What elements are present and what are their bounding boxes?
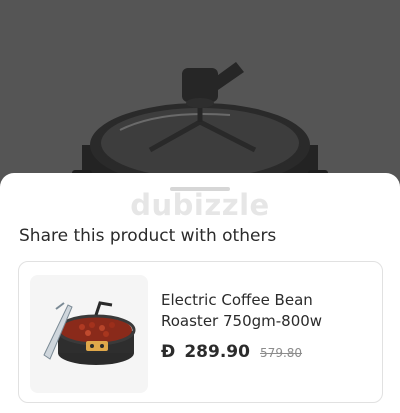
currency-symbol: Đ [161,342,176,362]
product-card[interactable]: Electric Coffee Bean Roaster 750gm-800w … [18,261,383,403]
dubizzle-logo: dubizzle [130,188,270,222]
coffee-roaster-thumbnail [30,275,148,393]
product-thumbnail [30,275,148,393]
share-sheet: dubizzle Share this product with others [0,173,400,413]
current-price: 289.90 [184,342,250,362]
original-price: 579.80 [260,346,303,360]
price-row: Đ 289.90 579.80 [161,342,302,362]
share-title: Share this product with others [19,226,277,246]
product-name: Electric Coffee Bean Roaster 750gm-800w [161,291,323,330]
